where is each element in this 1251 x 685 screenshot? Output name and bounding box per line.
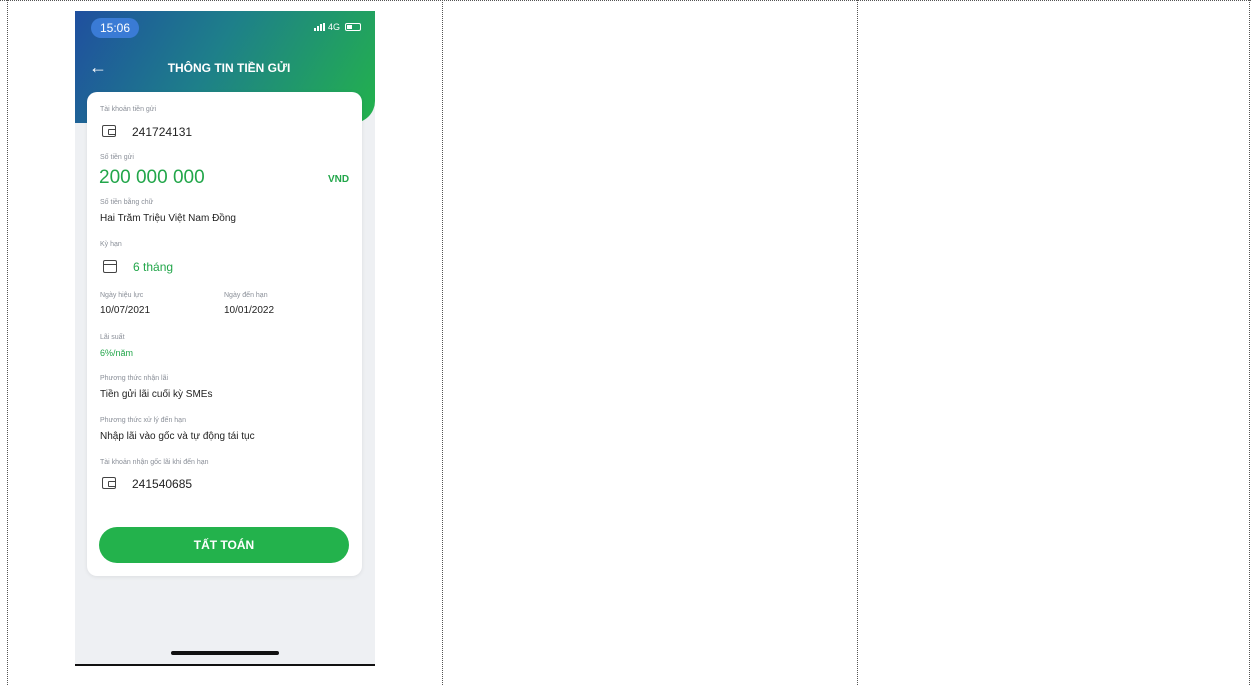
- account-number: 241724131: [132, 125, 193, 139]
- table-border-left: [7, 0, 8, 685]
- currency-label: VND: [328, 174, 350, 185]
- table-border-right: [1249, 0, 1250, 685]
- effective-date-label: Ngày hiệu lực: [100, 292, 144, 299]
- rate-value: 6%/năm: [100, 348, 134, 358]
- receive-account-number: 241540685: [132, 477, 193, 491]
- receive-account-label: Tài khoản nhận gốc lãi khi đến hạn: [100, 459, 209, 466]
- interest-method-label: Phương thức nhận lãi: [100, 375, 169, 382]
- amount-words-label: Số tiền bằng chữ: [100, 199, 154, 206]
- page-title: THÔNG TIN TIỀN GỬI: [167, 61, 291, 75]
- rate-label: Lãi suất: [100, 334, 125, 341]
- calendar-icon: [103, 260, 117, 273]
- term-value: 6 tháng: [133, 260, 174, 274]
- phone-screen: 15:06 4G ← THÔNG TIN TIỀN GỬI Tài khoản …: [75, 11, 375, 665]
- deposit-amount: 200 000 000: [99, 167, 205, 188]
- table-divider-2: [857, 0, 858, 685]
- interest-method: Tiền gửi lãi cuối kỳ SMEs: [100, 389, 213, 400]
- maturity-date: 10/01/2022: [224, 305, 275, 316]
- effective-date: 10/07/2021: [100, 305, 151, 316]
- term-label: Kỳ hạn: [100, 241, 122, 248]
- signal-icon: [313, 23, 325, 31]
- battery-icon: [345, 23, 361, 31]
- status-time: 15:06: [91, 18, 140, 38]
- network-label: 4G: [327, 22, 340, 32]
- wallet-icon: [102, 477, 116, 489]
- maturity-method: Nhập lãi vào gốc và tự động tái tục: [100, 431, 255, 442]
- deposit-info-card: Tài khoản tiền gửi 241724131 Số tiền gửi…: [87, 92, 362, 576]
- phone-bottom-edge: [75, 664, 375, 666]
- maturity-date-label: Ngày đến hạn: [224, 292, 268, 299]
- wallet-icon: [102, 125, 116, 137]
- amount-words: Hai Trăm Triệu Việt Nam Đồng: [100, 213, 236, 224]
- table-top-border: [0, 0, 1251, 1]
- status-indicators: 4G: [313, 22, 361, 32]
- table-divider-1: [442, 0, 443, 685]
- maturity-method-label: Phương thức xử lý đến hạn: [100, 417, 186, 424]
- home-indicator[interactable]: [171, 651, 279, 655]
- settle-button[interactable]: TẤT TOÁN: [99, 527, 349, 563]
- account-label: Tài khoản tiền gửi: [100, 106, 157, 113]
- amount-label: Số tiền gửi: [100, 154, 134, 161]
